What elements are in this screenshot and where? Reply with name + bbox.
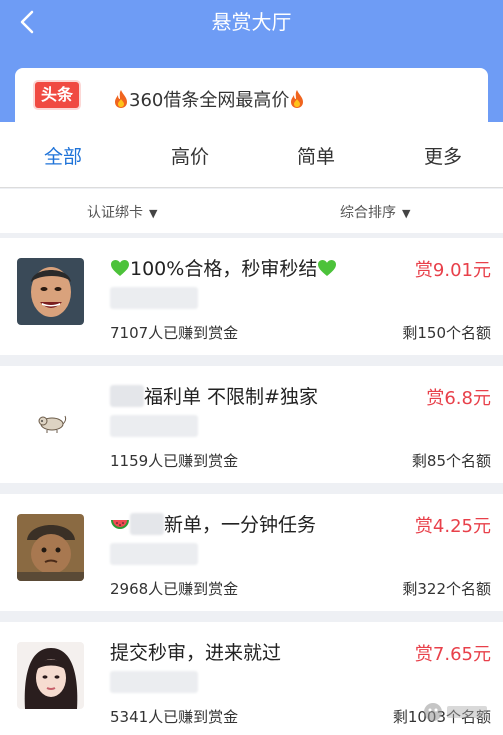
task-title-row: 新单，一分钟任务 <box>110 510 316 537</box>
verify-filter-dropdown[interactable]: 认证绑卡 ▼ <box>87 202 157 222</box>
promo-banner[interactable]: 头条 360借条全网最高价 <box>15 68 488 128</box>
reward-amount: 赏6.8元 <box>426 388 491 409</box>
redacted-prefix <box>130 513 164 535</box>
tab-more[interactable]: 更多 <box>393 142 493 169</box>
redacted-prefix <box>110 385 144 407</box>
task-title: 新单，一分钟任务 <box>164 514 317 536</box>
redacted-label <box>110 671 198 693</box>
reward-amount: 赏9.01元 <box>414 260 491 281</box>
page-title: 悬赏大厅 <box>211 10 292 34</box>
remaining-slots: 剩85个名额 <box>411 452 491 470</box>
reward-amount: 赏4.25元 <box>414 516 491 537</box>
task-title-row: 福利单 不限制#独家 <box>110 382 318 409</box>
redacted-label <box>110 543 198 565</box>
task-card[interactable]: 新单，一分钟任务 赏4.25元 2968人已赚到赏金 剩322个名额 <box>0 494 503 611</box>
earned-count: 7107人已赚到赏金 <box>110 324 239 342</box>
watermelon-icon <box>111 520 129 529</box>
earned-count: 1159人已赚到赏金 <box>110 452 239 470</box>
verify-filter-label: 认证绑卡 <box>87 205 143 221</box>
dropdown-arrow-icon: ▼ <box>402 207 411 220</box>
avatar <box>17 258 84 325</box>
tab-simple[interactable]: 简单 <box>266 142 366 169</box>
banner-text: 360借条全网最高价 <box>129 90 290 111</box>
task-card[interactable]: 100%合格，秒审秒结 赏9.01元 7107人已赚到赏金 剩150个名额 <box>0 238 503 355</box>
headline-badge: 头条 <box>35 82 79 108</box>
avatar <box>17 642 84 709</box>
earned-count: 5341人已赚到赏金 <box>110 708 239 726</box>
task-title-row: 100%合格，秒审秒结 <box>110 254 337 281</box>
earned-count: 2968人已赚到赏金 <box>110 580 239 598</box>
avatar <box>17 514 84 581</box>
filter-bar: 认证绑卡 ▼ 综合排序 ▼ <box>0 189 503 233</box>
reward-amount: 赏7.65元 <box>414 644 491 665</box>
sort-filter-dropdown[interactable]: 综合排序 ▼ <box>340 202 410 222</box>
sort-filter-label: 综合排序 <box>340 205 396 221</box>
avatar <box>17 386 84 453</box>
task-title: 提交秒审，进来就过 <box>110 642 282 664</box>
tab-high-price[interactable]: 高价 <box>140 142 240 169</box>
fire-icon <box>115 90 127 108</box>
green-heart-icon <box>318 260 337 276</box>
category-tabs: 全部 高价 简单 更多 <box>0 122 503 188</box>
remaining-slots: 剩150个名额 <box>402 324 491 342</box>
task-title: 100%合格，秒审秒结 <box>130 258 318 280</box>
watermark-logo-icon <box>424 703 487 721</box>
banner-text-row: 360借条全网最高价 <box>113 86 305 112</box>
redacted-label <box>110 415 198 437</box>
task-card[interactable]: 福利单 不限制#独家 赏6.8元 1159人已赚到赏金 剩85个名额 <box>0 366 503 483</box>
dropdown-arrow-icon: ▼ <box>149 207 158 220</box>
task-title: 福利单 不限制#独家 <box>144 386 318 408</box>
green-heart-icon <box>111 260 129 276</box>
fire-icon <box>291 90 304 108</box>
redacted-label <box>110 287 198 309</box>
tab-all[interactable]: 全部 <box>13 142 113 169</box>
remaining-slots: 剩322个名额 <box>402 580 491 598</box>
